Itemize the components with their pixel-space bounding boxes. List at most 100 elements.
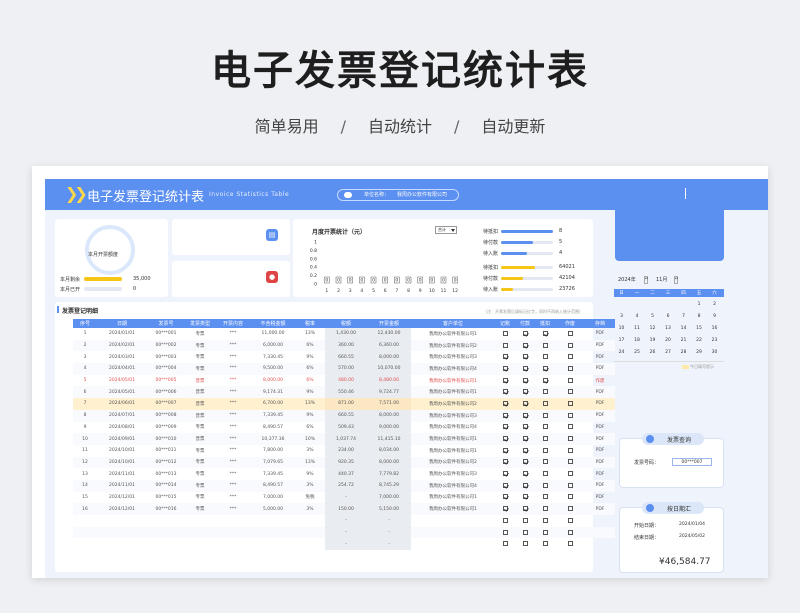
calendar-day[interactable]: 19 bbox=[645, 338, 660, 343]
status-checkbox[interactable] bbox=[567, 365, 573, 371]
status-checkbox[interactable] bbox=[567, 389, 573, 395]
status-checkbox[interactable] bbox=[542, 459, 548, 465]
unit-name-field[interactable]: 单位名称： 我周办公软件有限公司 bbox=[337, 189, 459, 201]
column-header[interactable]: 抵扣 bbox=[535, 319, 555, 328]
column-header[interactable]: 不含税金额 bbox=[251, 319, 295, 328]
table-row[interactable]: 15 2024/12/01 00***015 专票 *** 7,000.00 免税 -7,00… bbox=[73, 491, 615, 504]
calendar-day[interactable]: 10 bbox=[614, 326, 629, 331]
archive-cell[interactable]: PDF bbox=[585, 503, 615, 515]
archive-cell[interactable] bbox=[585, 515, 615, 527]
status-checkbox[interactable] bbox=[567, 436, 573, 442]
column-header[interactable]: 开票内容 bbox=[215, 319, 251, 328]
calendar-day[interactable]: 16 bbox=[707, 326, 722, 331]
end-date-input[interactable]: 2024/05/02 bbox=[672, 533, 712, 541]
archive-cell[interactable]: PDF bbox=[585, 363, 615, 375]
status-checkbox[interactable] bbox=[522, 506, 528, 512]
archive-cell[interactable]: PDF bbox=[585, 492, 615, 504]
status-checkbox[interactable] bbox=[522, 330, 528, 336]
status-checkbox[interactable] bbox=[567, 342, 573, 348]
status-checkbox[interactable] bbox=[502, 342, 508, 348]
status-checkbox[interactable] bbox=[522, 377, 528, 383]
table-row[interactable]: 9 2024/08/01 00***009 专票 *** 8,490.57 6% 509.43… bbox=[73, 421, 615, 434]
status-checkbox[interactable] bbox=[567, 517, 573, 523]
status-checkbox[interactable] bbox=[542, 330, 548, 336]
status-checkbox[interactable] bbox=[522, 482, 528, 488]
calendar-day[interactable]: 6 bbox=[661, 314, 676, 319]
calendar-day[interactable]: 29 bbox=[692, 350, 707, 355]
status-checkbox[interactable] bbox=[542, 365, 548, 371]
status-checkbox[interactable] bbox=[567, 482, 573, 488]
archive-cell[interactable]: PDF bbox=[585, 422, 615, 434]
status-checkbox[interactable] bbox=[522, 494, 528, 500]
archive-cell[interactable]: PDF bbox=[585, 328, 615, 340]
table-row[interactable]: -- bbox=[73, 515, 615, 527]
column-header[interactable]: 开票金额 bbox=[367, 319, 411, 328]
status-checkbox[interactable] bbox=[542, 471, 548, 477]
calendar-day[interactable]: 26 bbox=[645, 350, 660, 355]
start-date-input[interactable]: 2024/01/04 bbox=[672, 521, 712, 529]
status-checkbox[interactable] bbox=[567, 354, 573, 360]
status-checkbox[interactable] bbox=[522, 436, 528, 442]
column-header[interactable]: 日期 bbox=[97, 319, 147, 328]
calendar-day[interactable]: 2 bbox=[707, 302, 722, 307]
status-checkbox[interactable] bbox=[502, 506, 508, 512]
status-checkbox[interactable] bbox=[522, 389, 528, 395]
status-checkbox[interactable] bbox=[522, 541, 528, 547]
calendar-day[interactable]: 24 bbox=[614, 350, 629, 355]
table-row[interactable]: 7 2024/06/01 00***007 普票 *** 6,700.00 13% 871.0… bbox=[73, 398, 615, 410]
column-header[interactable]: 序号 bbox=[73, 319, 97, 328]
calendar-day[interactable]: 21 bbox=[676, 338, 691, 343]
status-checkbox[interactable] bbox=[522, 365, 528, 371]
status-checkbox[interactable] bbox=[502, 529, 508, 535]
column-header[interactable]: 付款 bbox=[515, 319, 535, 328]
status-checkbox[interactable] bbox=[502, 424, 508, 430]
status-checkbox[interactable] bbox=[502, 447, 508, 453]
calendar-day[interactable]: 18 bbox=[630, 338, 645, 343]
status-checkbox[interactable] bbox=[502, 494, 508, 500]
table-row[interactable]: 16 2024/12/01 00***016 专票 *** 5,000.00 3% 150.0… bbox=[73, 503, 615, 515]
calendar-day[interactable]: 15 bbox=[692, 326, 707, 331]
column-header[interactable]: 税额 bbox=[325, 319, 367, 328]
archive-cell[interactable]: PDF bbox=[585, 456, 615, 469]
archive-cell[interactable] bbox=[585, 538, 615, 550]
status-checkbox[interactable] bbox=[542, 529, 548, 535]
status-checkbox[interactable] bbox=[542, 354, 548, 360]
status-checkbox[interactable] bbox=[522, 459, 528, 465]
calendar-day[interactable]: 17 bbox=[614, 338, 629, 343]
status-checkbox[interactable] bbox=[502, 354, 508, 360]
status-checkbox[interactable] bbox=[542, 424, 548, 430]
status-checkbox[interactable] bbox=[522, 354, 528, 360]
archive-cell[interactable]: PDF bbox=[585, 445, 615, 457]
table-row[interactable]: 13 2024/11/01 00***013 专票 *** 7,339.45 9% 440.3… bbox=[73, 468, 615, 480]
status-checkbox[interactable] bbox=[502, 412, 508, 418]
archive-cell[interactable] bbox=[585, 526, 615, 539]
archive-cell[interactable]: PDF bbox=[585, 398, 615, 410]
calendar-day[interactable]: 5 bbox=[645, 314, 660, 319]
status-checkbox[interactable] bbox=[502, 365, 508, 371]
calendar-day[interactable]: 30 bbox=[707, 350, 722, 355]
table-row[interactable]: 10 2024/09/01 00***010 普票 *** 10,377.36 10% 1,0… bbox=[73, 433, 615, 445]
status-checkbox[interactable] bbox=[522, 447, 528, 453]
status-checkbox[interactable] bbox=[542, 517, 548, 523]
status-checkbox[interactable] bbox=[567, 424, 573, 430]
calendar-day[interactable]: 12 bbox=[645, 326, 660, 331]
status-checkbox[interactable] bbox=[522, 517, 528, 523]
table-row[interactable]: 1 2024/01/01 00***001 专票 *** 11,000.00 13% 1,43… bbox=[73, 328, 615, 340]
status-checkbox[interactable] bbox=[567, 412, 573, 418]
column-header[interactable]: 存档 bbox=[585, 319, 615, 328]
status-checkbox[interactable] bbox=[502, 436, 508, 442]
archive-cell[interactable]: PDF bbox=[585, 386, 615, 399]
year-spinner[interactable]: ▴▾ bbox=[644, 276, 648, 284]
table-row[interactable]: 4 2024/04/01 00***004 专票 *** 9,500.00 6% 570.00… bbox=[73, 363, 615, 375]
archive-cell[interactable]: 作废 bbox=[585, 375, 615, 387]
status-checkbox[interactable] bbox=[542, 506, 548, 512]
table-row[interactable]: 11 2024/10/01 00***011 专票 *** 7,800.00 3% 234.0… bbox=[73, 444, 615, 457]
archive-cell[interactable]: PDF bbox=[585, 339, 615, 352]
column-header[interactable]: 作废 bbox=[555, 319, 585, 328]
archive-cell[interactable]: PDF bbox=[585, 479, 615, 492]
column-header[interactable]: 客户单位 bbox=[411, 319, 495, 328]
status-checkbox[interactable] bbox=[522, 471, 528, 477]
table-row[interactable]: -- bbox=[73, 526, 615, 539]
status-checkbox[interactable] bbox=[502, 517, 508, 523]
column-header[interactable]: 发票类型 bbox=[185, 319, 215, 328]
